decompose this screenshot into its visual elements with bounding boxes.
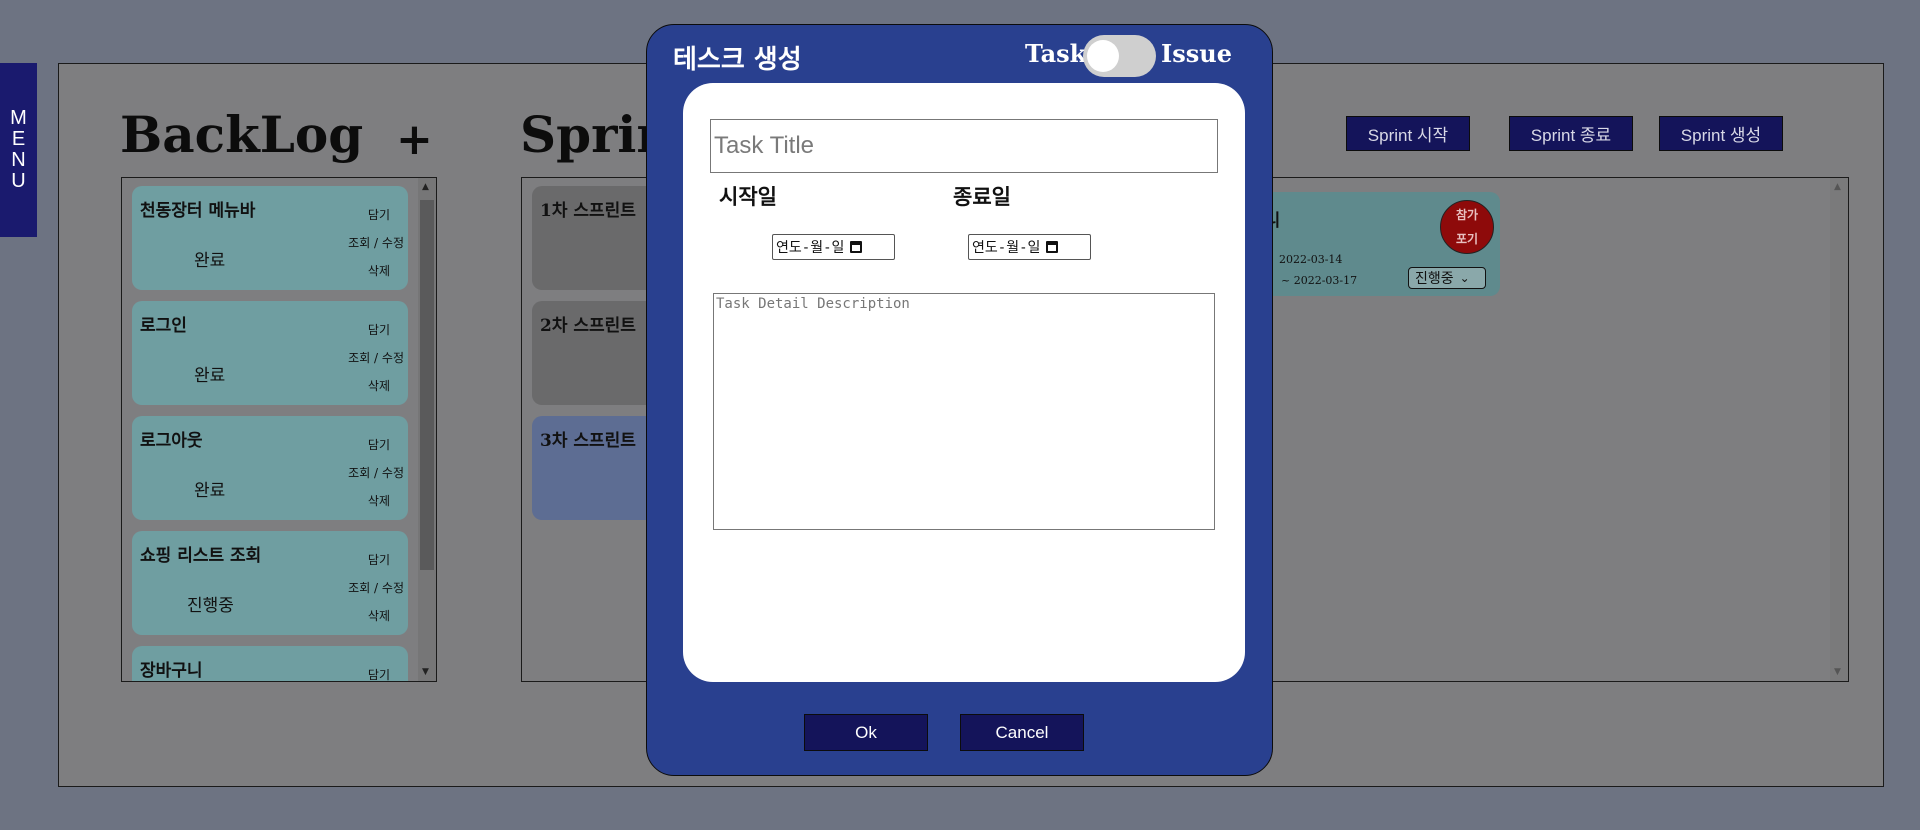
delete-button[interactable]: 삭제 — [368, 377, 390, 394]
task-title-placeholder: Task Title — [714, 132, 815, 159]
menu-letter: U — [11, 170, 26, 192]
chevron-down-icon: ⌄ — [1459, 271, 1470, 285]
join-label: 참가 — [1455, 208, 1479, 222]
scroll-up-icon[interactable]: ▲ — [422, 182, 429, 192]
issue-card[interactable]: 구니 참가 포기 2022-03-14 ~ 2022-03-17 진행중 ⌄ — [1245, 192, 1500, 296]
end-date-label: 종료일 — [953, 184, 1011, 209]
view-edit-button[interactable]: 조회 / 수정 — [348, 349, 404, 366]
backlog-item[interactable]: 쇼핑 리스트 조회 진행중 담기 조회 / 수정 삭제 — [132, 531, 408, 635]
toggle-label-issue: Issue — [1161, 39, 1232, 68]
backlog-item-title: 로그인 — [140, 316, 187, 336]
view-edit-button[interactable]: 조회 / 수정 — [348, 234, 404, 251]
backlog-item-status: 진행중 — [187, 596, 234, 616]
backlog-item[interactable]: 로그아웃 완료 담기 조회 / 수정 삭제 — [132, 416, 408, 520]
issue-end-date: ~ 2022-03-17 — [1281, 274, 1358, 287]
backlog-item-title: 쇼핑 리스트 조회 — [140, 546, 262, 566]
status-select[interactable]: 진행중 ⌄ — [1408, 267, 1486, 289]
join-toggle-button[interactable]: 참가 포기 — [1440, 200, 1494, 254]
sprint-start-button[interactable]: Sprint 시작 — [1346, 116, 1470, 151]
toggle-knob — [1087, 40, 1119, 72]
pull-button[interactable]: 담기 — [368, 321, 390, 338]
backlog-item-title: 장바구니 — [140, 661, 203, 681]
pull-button[interactable]: 담기 — [368, 436, 390, 453]
modal-title: 테스크 생성 — [673, 45, 802, 75]
sprint-card-title: 2차 스프린트 — [540, 316, 636, 336]
sprint-card-title: 3차 스프린트 — [540, 431, 636, 451]
issue-start-date: 2022-03-14 — [1279, 253, 1343, 266]
backlog-scrollbar[interactable]: ▲ ▼ — [418, 178, 436, 681]
sprint-card-title: 1차 스프린트 — [540, 201, 636, 221]
menu-letter: N — [11, 149, 26, 171]
start-date-label: 시작일 — [719, 184, 777, 209]
calendar-icon[interactable] — [850, 241, 863, 253]
backlog-item-title: 천동장터 메뉴바 — [140, 201, 256, 221]
delete-button[interactable]: 삭제 — [368, 607, 390, 624]
task-description-placeholder: Task Detail Description — [716, 296, 910, 312]
scroll-down-icon[interactable]: ▼ — [422, 667, 429, 677]
pull-button[interactable]: 담기 — [368, 666, 390, 681]
backlog-item-title: 로그아웃 — [140, 431, 203, 451]
menu-letter: E — [11, 128, 26, 150]
modal-form-panel: Task Title 시작일 종료일 연도-월-일 연도-월-일 Task De… — [683, 83, 1245, 682]
end-date-input[interactable]: 연도-월-일 — [968, 234, 1091, 260]
start-date-placeholder: 연도-월-일 — [776, 240, 845, 256]
backlog-item-status: 완료 — [194, 251, 226, 271]
scroll-up-icon[interactable]: ▲ — [1834, 182, 1841, 192]
start-date-input[interactable]: 연도-월-일 — [772, 234, 895, 260]
view-edit-button[interactable]: 조회 / 수정 — [348, 579, 404, 596]
status-select-value: 진행중 — [1415, 271, 1454, 287]
create-task-modal: 테스크 생성 Task Issue Task Title 시작일 종료일 연도-… — [646, 24, 1273, 776]
give-up-label: 포기 — [1455, 232, 1479, 246]
task-title-input[interactable]: Task Title — [710, 119, 1218, 173]
pull-button[interactable]: 담기 — [368, 551, 390, 568]
backlog-item-status: 완료 — [194, 366, 226, 386]
view-edit-button[interactable]: 조회 / 수정 — [348, 464, 404, 481]
backlog-list[interactable]: 천동장터 메뉴바 완료 담기 조회 / 수정 삭제 로그인 완료 담기 조회 /… — [121, 177, 437, 682]
add-backlog-button[interactable]: + — [396, 118, 433, 162]
sprint-end-button[interactable]: Sprint 종료 — [1509, 116, 1633, 151]
menu-tab[interactable]: M E N U — [0, 63, 37, 237]
task-description-textarea[interactable]: Task Detail Description — [713, 293, 1215, 530]
scroll-down-icon[interactable]: ▼ — [1834, 667, 1841, 677]
backlog-item[interactable]: 천동장터 메뉴바 완료 담기 조회 / 수정 삭제 — [132, 186, 408, 290]
backlog-heading: BackLog — [120, 105, 364, 164]
toggle-label-task: Task — [1025, 39, 1087, 68]
sprint-scrollbar[interactable]: ▲ ▼ — [1830, 178, 1848, 681]
scrollbar-thumb[interactable] — [420, 200, 434, 570]
pull-button[interactable]: 담기 — [368, 206, 390, 223]
sprint-create-button[interactable]: Sprint 생성 — [1659, 116, 1783, 151]
end-date-placeholder: 연도-월-일 — [972, 240, 1041, 256]
backlog-item[interactable]: 로그인 완료 담기 조회 / 수정 삭제 — [132, 301, 408, 405]
backlog-item-status: 완료 — [194, 481, 226, 501]
ok-button[interactable]: Ok — [804, 714, 928, 751]
delete-button[interactable]: 삭제 — [368, 262, 390, 279]
backlog-item[interactable]: 장바구니 담기 — [132, 646, 408, 681]
delete-button[interactable]: 삭제 — [368, 492, 390, 509]
task-issue-toggle[interactable] — [1083, 35, 1156, 77]
calendar-icon[interactable] — [1046, 241, 1059, 253]
cancel-button[interactable]: Cancel — [960, 714, 1084, 751]
menu-letter: M — [10, 107, 27, 129]
